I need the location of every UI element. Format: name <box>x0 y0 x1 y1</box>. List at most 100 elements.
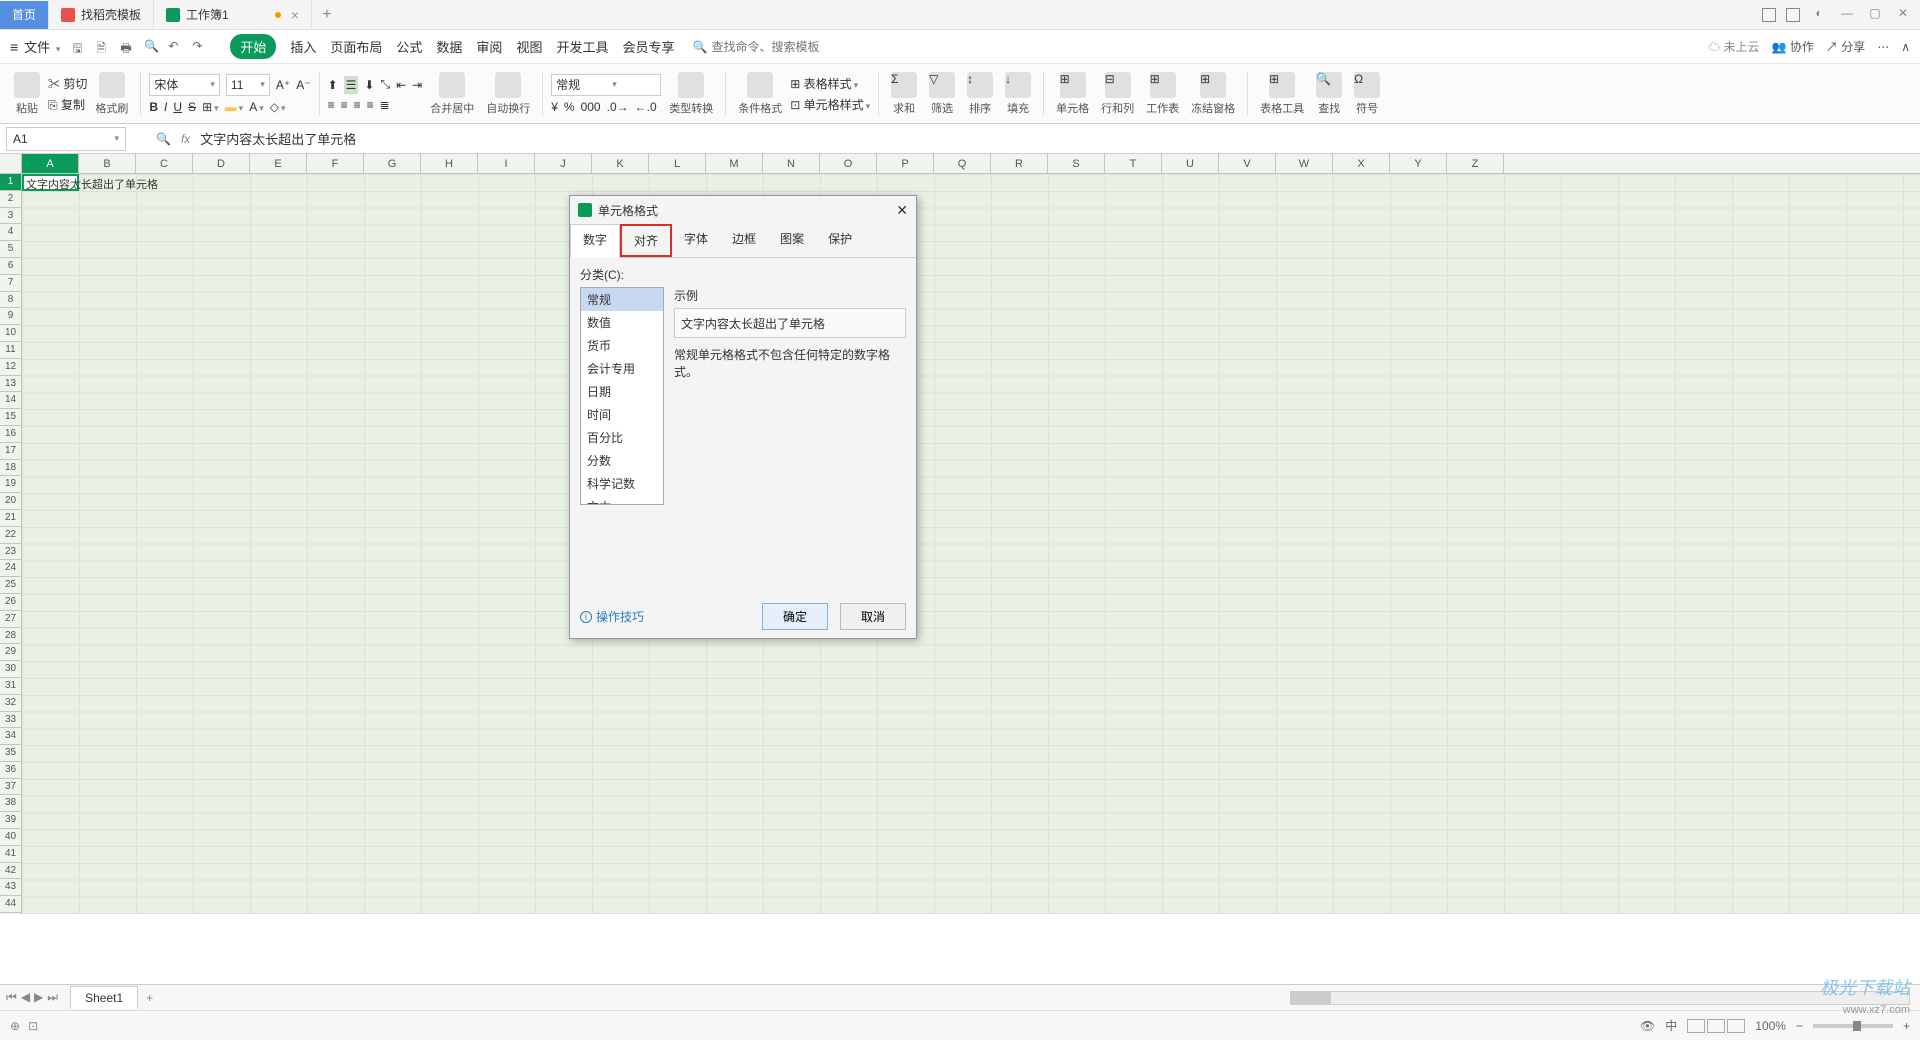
indent-left-icon[interactable]: ⇤ <box>396 78 406 92</box>
row-header-33[interactable]: 33 <box>0 712 21 729</box>
col-header-E[interactable]: E <box>250 154 307 173</box>
col-header-V[interactable]: V <box>1219 154 1276 173</box>
search-input[interactable] <box>711 40 851 54</box>
category-item[interactable]: 日期 <box>581 380 663 403</box>
merge-icon[interactable] <box>439 72 465 98</box>
filter-icon[interactable]: ▽ <box>929 72 955 98</box>
cut-button[interactable]: ✂ 剪切 <box>48 75 87 92</box>
currency-icon[interactable]: ¥ <box>551 100 558 114</box>
col-header-Y[interactable]: Y <box>1390 154 1447 173</box>
row-header-34[interactable]: 34 <box>0 728 21 745</box>
horizontal-scrollbar[interactable] <box>1290 991 1910 1005</box>
search-box[interactable]: 🔍 <box>692 40 851 54</box>
sheet-next-icon[interactable]: ▶ <box>34 990 43 1005</box>
hamburger-icon[interactable]: ≡ <box>10 39 18 55</box>
tab-templates[interactable]: 找稻壳模板 <box>49 1 154 29</box>
row-header-9[interactable]: 9 <box>0 308 21 325</box>
row-header-37[interactable]: 37 <box>0 779 21 796</box>
row-header-24[interactable]: 24 <box>0 560 21 577</box>
category-item[interactable]: 分数 <box>581 449 663 472</box>
font-name-select[interactable]: 宋体▾ <box>149 74 220 96</box>
col-header-D[interactable]: D <box>193 154 250 173</box>
align-left-icon[interactable]: ≡ <box>328 98 335 112</box>
row-header-38[interactable]: 38 <box>0 795 21 812</box>
formula-bar[interactable]: 文字内容太长超出了单元格 <box>190 129 1920 148</box>
row-header-7[interactable]: 7 <box>0 275 21 292</box>
underline-button[interactable]: U <box>173 100 182 114</box>
tab-start[interactable]: 开始 <box>230 34 276 59</box>
sheet-first-icon[interactable]: ⏮ <box>6 990 17 1005</box>
row-header-32[interactable]: 32 <box>0 695 21 712</box>
zoom-value[interactable]: 100% <box>1755 1019 1786 1033</box>
row-header-6[interactable]: 6 <box>0 258 21 275</box>
name-box[interactable]: A1▾ <box>6 127 126 151</box>
row-header-19[interactable]: 19 <box>0 476 21 493</box>
col-header-O[interactable]: O <box>820 154 877 173</box>
sort-icon[interactable]: ↕ <box>967 72 993 98</box>
align-bottom-icon[interactable]: ⬇ <box>364 78 374 92</box>
category-item[interactable]: 数值 <box>581 311 663 334</box>
col-header-W[interactable]: W <box>1276 154 1333 173</box>
align-middle-icon[interactable]: ☰ <box>344 76 359 94</box>
dtab-font[interactable]: 字体 <box>672 224 720 257</box>
row-header-1[interactable]: 1 <box>0 174 21 191</box>
row-header-40[interactable]: 40 <box>0 829 21 846</box>
sheet-tab-1[interactable]: Sheet1 <box>70 986 138 1009</box>
condfmt-icon[interactable] <box>747 72 773 98</box>
cellstyle-button[interactable]: ⊡ 单元格样式▾ <box>790 96 870 113</box>
sheet-icon[interactable]: ⊞ <box>1150 72 1176 98</box>
col-header-F[interactable]: F <box>307 154 364 173</box>
cell-a1[interactable]: 文字内容太长超出了单元格 <box>22 174 79 191</box>
row-header-8[interactable]: 8 <box>0 292 21 309</box>
share-button[interactable]: ↗ 分享 <box>1826 38 1865 55</box>
copy-button[interactable]: ⎘ 复制 <box>48 96 87 113</box>
row-header-17[interactable]: 17 <box>0 443 21 460</box>
user-icon[interactable]: ◐ <box>1810 6 1828 24</box>
col-header-Z[interactable]: Z <box>1447 154 1504 173</box>
percent-icon[interactable]: % <box>564 100 575 114</box>
print-icon[interactable]: 🖶 <box>120 39 136 55</box>
row-header-13[interactable]: 13 <box>0 376 21 393</box>
preview-icon[interactable]: 🔍 <box>144 39 160 55</box>
orientation-icon[interactable]: ⤡ <box>380 77 390 92</box>
row-header-12[interactable]: 12 <box>0 359 21 376</box>
dtab-pattern[interactable]: 图案 <box>768 224 816 257</box>
col-header-N[interactable]: N <box>763 154 820 173</box>
row-header-22[interactable]: 22 <box>0 527 21 544</box>
break-view-icon[interactable] <box>1727 1019 1745 1033</box>
grid-icon[interactable] <box>1786 8 1800 22</box>
maximize-icon[interactable]: ▢ <box>1866 6 1884 24</box>
tablestyle-button[interactable]: ⊞ 表格样式▾ <box>790 75 870 92</box>
normal-view-icon[interactable] <box>1687 1019 1705 1033</box>
bold-button[interactable]: B <box>149 100 158 114</box>
number-format-select[interactable]: 常规▾ <box>551 74 661 96</box>
cell-icon[interactable]: ⊞ <box>1060 72 1086 98</box>
convert-icon[interactable] <box>678 72 704 98</box>
dtab-protect[interactable]: 保护 <box>816 224 864 257</box>
row-header-18[interactable]: 18 <box>0 460 21 477</box>
collapse-icon[interactable]: ∧ <box>1901 40 1910 54</box>
row-header-21[interactable]: 21 <box>0 510 21 527</box>
category-item[interactable]: 科学记数 <box>581 472 663 495</box>
tab-layout[interactable]: 页面布局 <box>330 37 382 56</box>
col-header-M[interactable]: M <box>706 154 763 173</box>
zoom-out-icon[interactable]: − <box>1796 1019 1803 1033</box>
paste-icon[interactable] <box>14 72 40 98</box>
zoom-slider[interactable] <box>1813 1024 1893 1028</box>
layout-icon[interactable] <box>1762 8 1776 22</box>
indent-right-icon[interactable]: ⇥ <box>412 78 422 92</box>
tab-home[interactable]: 首页 <box>0 1 49 29</box>
category-item[interactable]: 货币 <box>581 334 663 357</box>
border-button[interactable]: ⊞▾ <box>202 100 219 114</box>
italic-button[interactable]: I <box>164 100 167 114</box>
row-header-3[interactable]: 3 <box>0 208 21 225</box>
symbol-icon[interactable]: Ω <box>1354 72 1380 98</box>
category-item[interactable]: 文本 <box>581 495 663 505</box>
row-header-44[interactable]: 44 <box>0 896 21 913</box>
lang-indicator[interactable]: 中 <box>1665 1017 1677 1034</box>
row-header-43[interactable]: 43 <box>0 879 21 896</box>
tab-formula[interactable]: 公式 <box>396 37 422 56</box>
row-header-39[interactable]: 39 <box>0 812 21 829</box>
col-header-X[interactable]: X <box>1333 154 1390 173</box>
find-icon[interactable]: 🔍 <box>1316 72 1342 98</box>
